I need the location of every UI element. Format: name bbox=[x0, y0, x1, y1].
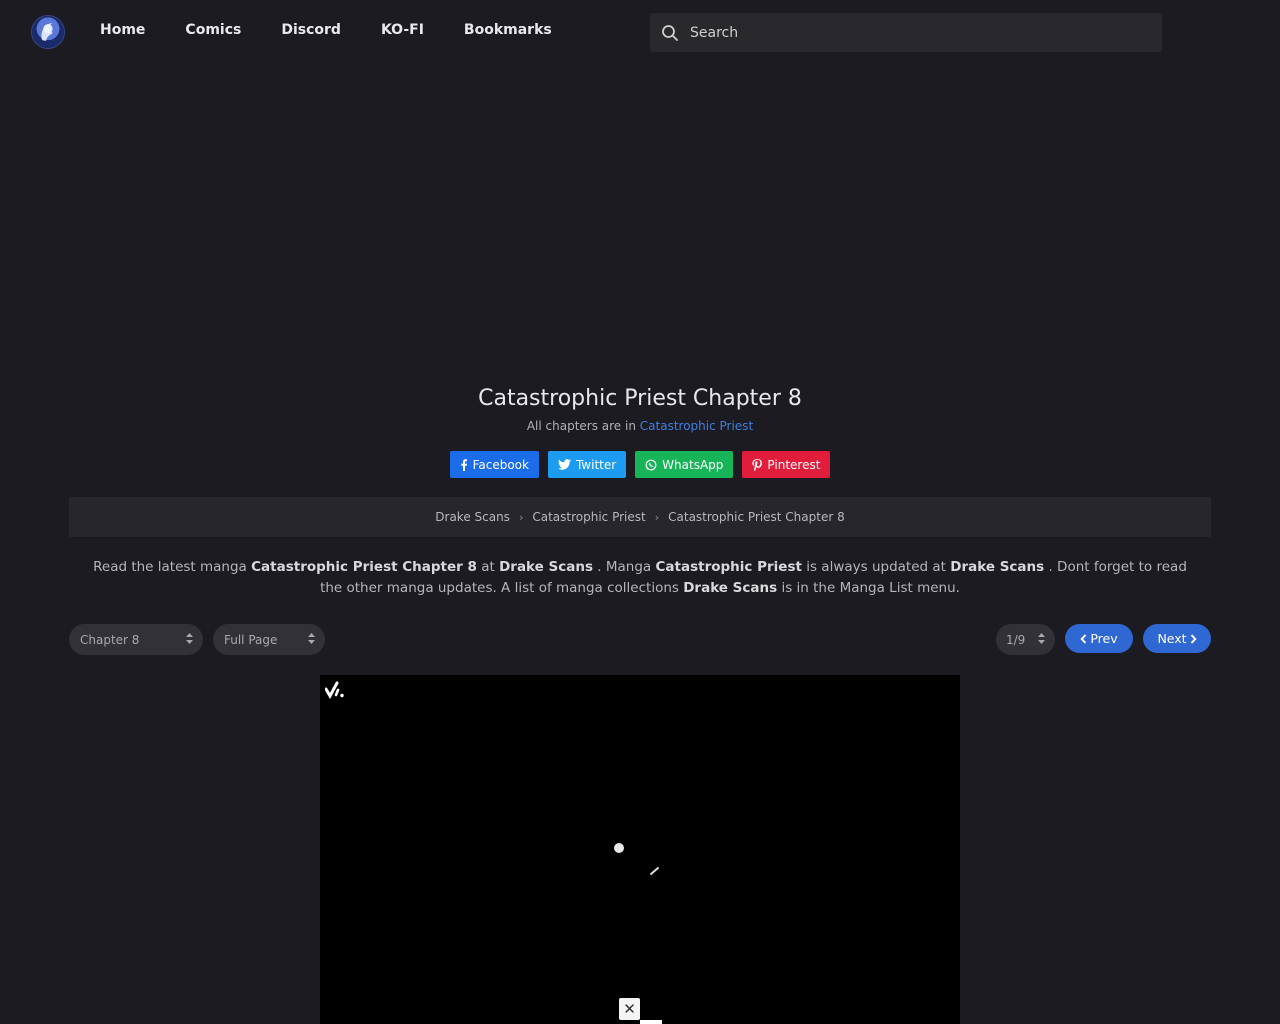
chapter-select[interactable]: Chapter 8 bbox=[69, 624, 203, 655]
breadcrumb-chapter[interactable]: Catastrophic Priest Chapter 8 bbox=[668, 510, 845, 524]
dragon-logo-icon bbox=[41, 23, 53, 41]
share-buttons: Facebook Twitter WhatsApp Pinterest bbox=[0, 451, 1280, 478]
chapter-title: Catastrophic Priest Chapter 8 bbox=[478, 386, 802, 411]
all-chapters-prefix: All chapters are in bbox=[526, 419, 636, 433]
search-box bbox=[650, 13, 1162, 52]
desc-bold: Drake Scans bbox=[683, 580, 778, 596]
ad-edge bbox=[640, 1020, 662, 1024]
pinterest-icon bbox=[752, 458, 763, 471]
desc-text: is always updated at bbox=[801, 559, 951, 575]
desc-bold: Catastrophic Priest Chapter 8 bbox=[251, 559, 477, 575]
desc-text: is in the Manga List menu. bbox=[777, 580, 960, 596]
site-logo[interactable] bbox=[32, 16, 64, 48]
pinterest-label: Pinterest bbox=[767, 457, 821, 472]
chapter-description: Read the latest manga Catastrophic Pries… bbox=[80, 557, 1200, 599]
breadcrumb-site[interactable]: Drake Scans bbox=[435, 510, 510, 524]
nav-kofi[interactable]: KO-FI bbox=[381, 22, 424, 38]
twitter-icon bbox=[557, 459, 571, 470]
whatsapp-icon bbox=[645, 459, 657, 470]
chevron-right-icon bbox=[1190, 633, 1197, 644]
next-label: Next bbox=[1157, 631, 1187, 646]
desc-bold: Catastrophic Priest bbox=[655, 559, 802, 575]
loading-spinner-icon bbox=[650, 867, 659, 875]
select-arrows-icon bbox=[1038, 633, 1045, 644]
search-icon bbox=[662, 25, 678, 41]
desc-bold: Drake Scans bbox=[499, 559, 594, 575]
desc-text: at bbox=[476, 559, 500, 575]
chapter-select-value: Chapter 8 bbox=[80, 632, 140, 647]
desc-text: Read the latest manga bbox=[93, 559, 252, 575]
nav-bookmarks[interactable]: Bookmarks bbox=[464, 22, 552, 38]
nav-home[interactable]: Home bbox=[100, 22, 145, 38]
next-chapter-button[interactable]: Next bbox=[1143, 624, 1211, 653]
whatsapp-label: WhatsApp bbox=[662, 457, 724, 472]
site-header: Home Comics Discord KO-FI Bookmarks bbox=[0, 0, 1280, 64]
search-input[interactable] bbox=[690, 13, 1150, 52]
nav-discord[interactable]: Discord bbox=[281, 22, 341, 38]
prev-label: Prev bbox=[1090, 631, 1118, 646]
facebook-label: Facebook bbox=[472, 457, 529, 472]
player-brand-icon bbox=[325, 681, 344, 699]
loading-dot bbox=[614, 843, 624, 853]
page-select-value: 1/9 bbox=[1006, 632, 1026, 647]
breadcrumb-separator: › bbox=[518, 510, 524, 524]
prev-chapter-button[interactable]: Prev bbox=[1065, 624, 1133, 653]
select-arrows-icon bbox=[186, 633, 193, 644]
breadcrumb: Drake Scans › Catastrophic Priest › Cata… bbox=[69, 497, 1211, 537]
close-ad-button[interactable]: ✕ bbox=[619, 998, 640, 1020]
reading-mode-value: Full Page bbox=[224, 632, 278, 647]
desc-bold: Drake Scans bbox=[950, 559, 1045, 575]
main-nav: Home Comics Discord KO-FI Bookmarks bbox=[100, 22, 552, 38]
twitter-label: Twitter bbox=[575, 457, 617, 472]
share-pinterest-button[interactable]: Pinterest bbox=[742, 451, 831, 478]
facebook-icon bbox=[460, 458, 467, 471]
chevron-left-icon bbox=[1080, 633, 1087, 644]
close-icon: ✕ bbox=[623, 1000, 636, 1018]
desc-text: . Manga bbox=[593, 559, 656, 575]
breadcrumb-separator: › bbox=[654, 510, 660, 524]
series-link[interactable]: Catastrophic Priest bbox=[640, 419, 753, 433]
select-arrows-icon bbox=[308, 633, 315, 644]
all-chapters-line: All chapters are in Catastrophic Priest bbox=[0, 419, 1280, 433]
breadcrumb-series[interactable]: Catastrophic Priest bbox=[532, 510, 645, 524]
reading-mode-select[interactable]: Full Page bbox=[213, 624, 325, 655]
page-select[interactable]: 1/9 bbox=[996, 624, 1055, 655]
reader-video-area[interactable]: ✕ bbox=[320, 675, 960, 1024]
nav-comics[interactable]: Comics bbox=[185, 22, 241, 38]
share-whatsapp-button[interactable]: WhatsApp bbox=[635, 451, 734, 478]
share-twitter-button[interactable]: Twitter bbox=[547, 451, 627, 478]
share-facebook-button[interactable]: Facebook bbox=[449, 451, 539, 478]
